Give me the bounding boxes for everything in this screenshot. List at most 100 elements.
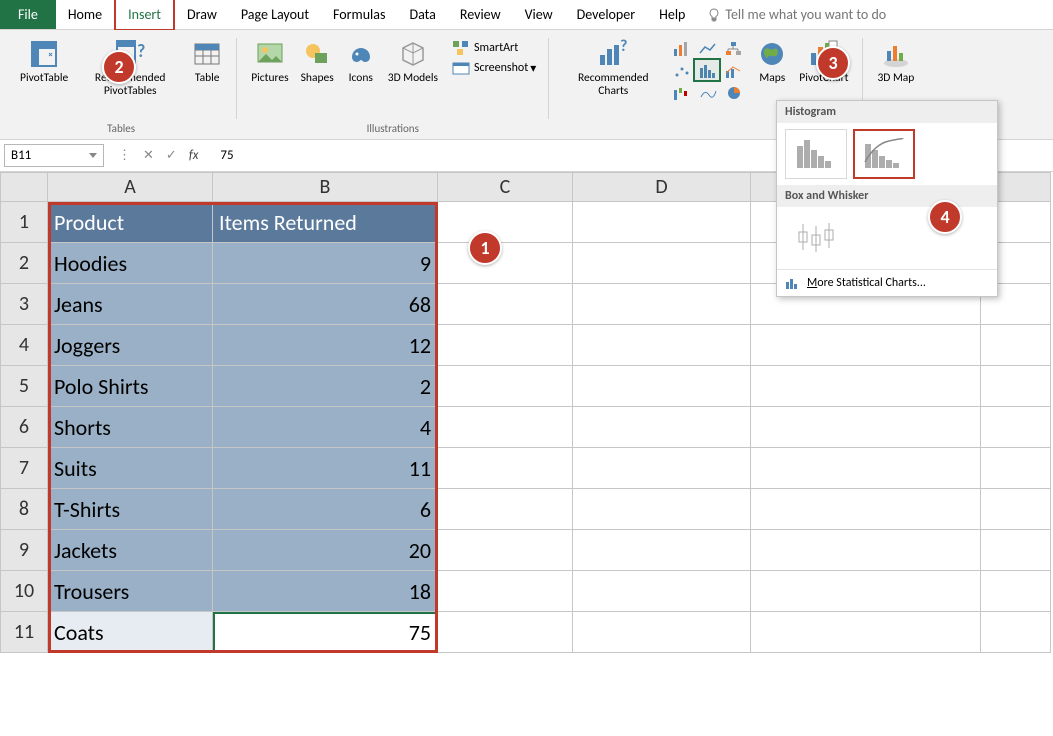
- tab-page-layout[interactable]: Page Layout: [229, 0, 321, 29]
- cell-b3[interactable]: 68: [213, 284, 438, 325]
- cell-a6[interactable]: Shorts: [48, 407, 213, 448]
- cell-a1[interactable]: Product: [48, 202, 213, 243]
- table-button[interactable]: Table: [186, 34, 228, 87]
- cell-c3[interactable]: [438, 284, 573, 325]
- pictures-button[interactable]: Pictures: [245, 34, 294, 87]
- waterfall-chart-button[interactable]: [669, 82, 695, 104]
- cell-b9[interactable]: 20: [213, 530, 438, 571]
- cell-e10[interactable]: [751, 571, 981, 612]
- 3d-map-button[interactable]: 3D Map: [871, 34, 920, 87]
- cell-e9[interactable]: [751, 530, 981, 571]
- cell-c4[interactable]: [438, 325, 573, 366]
- column-chart-button[interactable]: [669, 38, 695, 60]
- cell-f7[interactable]: [981, 448, 1051, 489]
- cell-f9[interactable]: [981, 530, 1051, 571]
- cell-a3[interactable]: Jeans: [48, 284, 213, 325]
- cell-d7[interactable]: [573, 448, 751, 489]
- smartart-button[interactable]: SmartArt: [448, 38, 540, 58]
- cell-d5[interactable]: [573, 366, 751, 407]
- more-statistical-charts[interactable]: MMore Statistical Charts...ore Statistic…: [777, 269, 997, 296]
- cell-d2[interactable]: [573, 243, 751, 284]
- row-header-2[interactable]: 2: [0, 243, 48, 284]
- cell-d9[interactable]: [573, 530, 751, 571]
- tab-formulas[interactable]: Formulas: [321, 0, 397, 29]
- maps-button[interactable]: Maps: [751, 34, 793, 87]
- tab-data[interactable]: Data: [397, 0, 447, 29]
- surface-chart-button[interactable]: [695, 82, 721, 104]
- tab-draw[interactable]: Draw: [175, 0, 229, 29]
- tell-me[interactable]: Tell me what you want to do: [707, 6, 886, 23]
- row-header-6[interactable]: 6: [0, 407, 48, 448]
- col-header-a[interactable]: A: [48, 172, 213, 202]
- cell-b7[interactable]: 11: [213, 448, 438, 489]
- cell-c9[interactable]: [438, 530, 573, 571]
- row-header-3[interactable]: 3: [0, 284, 48, 325]
- pareto-option[interactable]: [853, 129, 915, 179]
- hierarchy-chart-button[interactable]: [721, 38, 747, 60]
- cell-b4[interactable]: 12: [213, 325, 438, 366]
- shapes-button[interactable]: Shapes: [295, 34, 340, 87]
- formula-vdots-icon[interactable]: ⋮: [118, 148, 131, 163]
- cell-c7[interactable]: [438, 448, 573, 489]
- row-header-4[interactable]: 4: [0, 325, 48, 366]
- cell-b11[interactable]: 75: [213, 612, 438, 653]
- tab-insert[interactable]: Insert: [114, 0, 175, 31]
- row-header-10[interactable]: 10: [0, 571, 48, 612]
- cell-e5[interactable]: [751, 366, 981, 407]
- tab-view[interactable]: View: [513, 0, 565, 29]
- tab-help[interactable]: Help: [647, 0, 697, 29]
- icons-button[interactable]: Icons: [340, 34, 382, 87]
- cell-d4[interactable]: [573, 325, 751, 366]
- cell-c10[interactable]: [438, 571, 573, 612]
- cell-a9[interactable]: Jackets: [48, 530, 213, 571]
- name-box[interactable]: B11: [4, 144, 104, 167]
- cell-c2[interactable]: [438, 243, 573, 284]
- cell-d11[interactable]: [573, 612, 751, 653]
- recommended-charts-button[interactable]: ? Recommended Charts: [557, 34, 669, 100]
- cell-e11[interactable]: [751, 612, 981, 653]
- row-header-5[interactable]: 5: [0, 366, 48, 407]
- cell-d1[interactable]: [573, 202, 751, 243]
- cell-d8[interactable]: [573, 489, 751, 530]
- cell-a7[interactable]: Suits: [48, 448, 213, 489]
- cell-e7[interactable]: [751, 448, 981, 489]
- cell-e6[interactable]: [751, 407, 981, 448]
- cell-b2[interactable]: 9: [213, 243, 438, 284]
- col-header-d[interactable]: D: [573, 172, 751, 202]
- row-header-8[interactable]: 8: [0, 489, 48, 530]
- tab-developer[interactable]: Developer: [565, 0, 647, 29]
- tab-home[interactable]: Home: [56, 0, 114, 29]
- pie-chart-button[interactable]: [721, 82, 747, 104]
- cell-b10[interactable]: 18: [213, 571, 438, 612]
- cell-c6[interactable]: [438, 407, 573, 448]
- select-all-corner[interactable]: [0, 172, 48, 202]
- cell-a5[interactable]: Polo Shirts: [48, 366, 213, 407]
- cell-f8[interactable]: [981, 489, 1051, 530]
- col-header-c[interactable]: C: [438, 172, 573, 202]
- cell-e8[interactable]: [751, 489, 981, 530]
- box-whisker-option[interactable]: [785, 213, 847, 263]
- cell-f10[interactable]: [981, 571, 1051, 612]
- statistic-chart-button[interactable]: [695, 60, 721, 82]
- cell-b5[interactable]: 2: [213, 366, 438, 407]
- tab-file[interactable]: File: [0, 0, 56, 29]
- cell-d6[interactable]: [573, 407, 751, 448]
- cell-b1[interactable]: Items Returned: [213, 202, 438, 243]
- line-chart-button[interactable]: [695, 38, 721, 60]
- scatter-chart-button[interactable]: [669, 60, 695, 82]
- cell-e4[interactable]: [751, 325, 981, 366]
- 3d-models-button[interactable]: 3D Models: [382, 34, 444, 87]
- tab-review[interactable]: Review: [448, 0, 513, 29]
- cell-c1[interactable]: [438, 202, 573, 243]
- formula-accept-icon[interactable]: ✓: [166, 148, 177, 163]
- cell-a11[interactable]: Coats: [48, 612, 213, 653]
- cell-d3[interactable]: [573, 284, 751, 325]
- cell-b6[interactable]: 4: [213, 407, 438, 448]
- row-header-9[interactable]: 9: [0, 530, 48, 571]
- cell-b8[interactable]: 6: [213, 489, 438, 530]
- cell-f5[interactable]: [981, 366, 1051, 407]
- fx-icon[interactable]: fx: [189, 148, 199, 163]
- pivot-table-button[interactable]: PivotTable: [14, 34, 74, 87]
- screenshot-button[interactable]: Screenshot ▾: [448, 58, 540, 78]
- cell-c11[interactable]: [438, 612, 573, 653]
